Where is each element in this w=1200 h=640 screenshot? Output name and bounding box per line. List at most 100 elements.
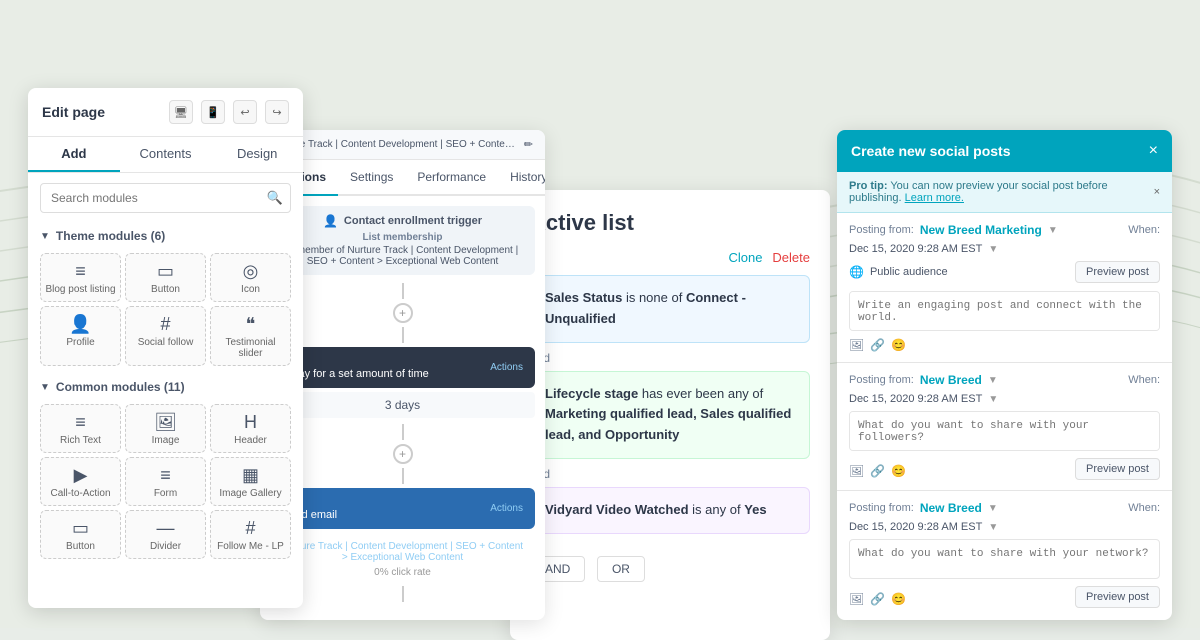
clone-button[interactable]: Clone bbox=[728, 250, 762, 265]
link-icon-3[interactable]: 🔗 bbox=[870, 592, 885, 606]
arrow-down-icon-when-1[interactable]: ▼ bbox=[988, 244, 998, 255]
tab-contents[interactable]: Contents bbox=[120, 137, 212, 172]
preview-btn-2[interactable]: Preview post bbox=[1075, 458, 1160, 480]
connector-1 bbox=[270, 283, 535, 299]
send-email-details: Nurture Track | Content Development | SE… bbox=[270, 533, 535, 582]
image-attach-icon-3[interactable]: 🖼 bbox=[849, 592, 864, 606]
social-post-3: Posting from: New Breed ▼ When: Dec 15, … bbox=[837, 491, 1172, 613]
rich-text-icon: ≡ bbox=[75, 413, 86, 431]
emoji-icon-2[interactable]: 😊 bbox=[891, 464, 906, 478]
post-3-footer: 🖼 🔗 😊 Preview post bbox=[849, 586, 1160, 608]
module-image-gallery[interactable]: ▦ Image Gallery bbox=[210, 457, 291, 506]
module-cta[interactable]: ▶ Call-to-Action bbox=[40, 457, 121, 506]
filter-2-value: Marketing qualified lead, Sales qualifie… bbox=[545, 406, 791, 442]
tab-performance[interactable]: Performance bbox=[405, 160, 498, 196]
common-section-header[interactable]: ▼ Common modules (11) bbox=[28, 374, 303, 400]
module-rich-text[interactable]: ≡ Rich Text bbox=[40, 404, 121, 453]
search-input[interactable] bbox=[40, 183, 291, 213]
post-1-textarea[interactable] bbox=[849, 291, 1160, 331]
trigger-title: Contact enrollment trigger bbox=[344, 215, 482, 227]
link-icon[interactable]: 🔗 bbox=[870, 338, 885, 352]
active-list-actions: Clone Delete bbox=[530, 250, 810, 265]
post-2-footer: 🖼 🔗 😊 Preview post bbox=[849, 458, 1160, 480]
module-profile[interactable]: 👤 Profile bbox=[40, 306, 121, 366]
image-attach-icon-2[interactable]: 🖼 bbox=[849, 464, 864, 478]
theme-section-header[interactable]: ▼ Theme modules (6) bbox=[28, 223, 303, 249]
posting-from-label-2: Posting from: bbox=[849, 374, 914, 386]
tab-history[interactable]: History bbox=[498, 160, 545, 196]
tab-settings[interactable]: Settings bbox=[338, 160, 405, 196]
arrow-down-icon-when-2[interactable]: ▼ bbox=[988, 394, 998, 405]
posting-from-3[interactable]: New Breed bbox=[920, 501, 982, 515]
common-modules-grid: ≡ Rich Text 🖼 Image H Header ▶ Call-to-A… bbox=[28, 400, 303, 567]
add-icon[interactable]: + bbox=[393, 303, 413, 323]
module-icon[interactable]: ◎ Icon bbox=[210, 253, 291, 302]
module-follow-me[interactable]: # Follow Me - LP bbox=[210, 510, 291, 559]
connector-line bbox=[402, 283, 404, 299]
posting-from-1[interactable]: New Breed Marketing bbox=[920, 223, 1042, 237]
module-header[interactable]: H Header bbox=[210, 404, 291, 453]
testimonial-icon: ❝ bbox=[246, 315, 256, 333]
module-blog-post-listing[interactable]: ≡ Blog post listing bbox=[40, 253, 121, 302]
trigger-box: 👤 Contact enrollment trigger List member… bbox=[270, 206, 535, 275]
filter-2-operator: has ever been any of bbox=[642, 386, 763, 401]
when-label-1: When: bbox=[1128, 224, 1160, 236]
pro-tip-close-icon[interactable]: × bbox=[1154, 186, 1160, 198]
preview-btn-1[interactable]: Preview post bbox=[1075, 261, 1160, 283]
connector-line-3 bbox=[402, 424, 404, 440]
module-form[interactable]: ≡ Form bbox=[125, 457, 206, 506]
arrow-down-icon-when-3[interactable]: ▼ bbox=[988, 522, 998, 533]
posting-from-2[interactable]: New Breed bbox=[920, 373, 982, 387]
delete-button[interactable]: Delete bbox=[772, 250, 810, 265]
module-label: Follow Me - LP bbox=[217, 541, 284, 552]
redo-icon[interactable]: ↪ bbox=[265, 100, 289, 124]
close-icon[interactable]: × bbox=[1149, 142, 1158, 160]
send-email-actions-btn[interactable]: Actions bbox=[490, 503, 523, 514]
module-testimonial[interactable]: ❝ Testimonial slider bbox=[210, 306, 291, 366]
social-post-2: Posting from: New Breed ▼ When: Dec 15, … bbox=[837, 363, 1172, 491]
module-button[interactable]: ▭ Button bbox=[125, 253, 206, 302]
mobile-icon[interactable]: 📱 bbox=[201, 100, 225, 124]
connector-5 bbox=[270, 586, 535, 602]
and-separator-1: and bbox=[530, 351, 810, 365]
image-attach-icon[interactable]: 🖼 bbox=[849, 338, 864, 352]
delay-1-actions-btn[interactable]: Actions bbox=[490, 362, 523, 373]
module-image[interactable]: 🖼 Image bbox=[125, 404, 206, 453]
emoji-icon[interactable]: 😊 bbox=[891, 338, 906, 352]
desktop-icon[interactable]: 🖥 bbox=[169, 100, 193, 124]
arrow-down-icon-1[interactable]: ▼ bbox=[1048, 225, 1058, 236]
arrow-down-icon-2[interactable]: ▼ bbox=[988, 375, 998, 386]
module-social-follow[interactable]: # Social follow bbox=[125, 306, 206, 366]
tab-design[interactable]: Design bbox=[211, 137, 303, 172]
link-icon-2[interactable]: 🔗 bbox=[870, 464, 885, 478]
when-1: Dec 15, 2020 9:28 AM EST bbox=[849, 243, 982, 255]
module-label: Profile bbox=[66, 337, 94, 348]
connector-line-5 bbox=[402, 586, 404, 602]
module-divider[interactable]: — Divider bbox=[125, 510, 206, 559]
tab-add[interactable]: Add bbox=[28, 137, 120, 172]
emoji-icon-3[interactable]: 😊 bbox=[891, 592, 906, 606]
filter-3-operator: is any of bbox=[692, 502, 744, 517]
module-button-2[interactable]: ▭ Button bbox=[40, 510, 121, 559]
arrow-down-icon-3[interactable]: ▼ bbox=[988, 503, 998, 514]
module-label: Button bbox=[151, 284, 180, 295]
preview-btn-3[interactable]: Preview post bbox=[1075, 586, 1160, 608]
add-icon-2[interactable]: + bbox=[393, 444, 413, 464]
audience-label-1: Public audience bbox=[870, 266, 948, 278]
person-icon: 👤 bbox=[323, 214, 338, 228]
social-header: Create new social posts × bbox=[837, 130, 1172, 172]
filter-2-field: Lifecycle stage bbox=[545, 386, 638, 401]
post-3-textarea[interactable] bbox=[849, 539, 1160, 579]
follow-me-icon: # bbox=[245, 519, 255, 537]
add-action-2[interactable]: + bbox=[270, 444, 535, 464]
pro-tip-link[interactable]: Learn more. bbox=[905, 192, 964, 204]
icon-module-icon: ◎ bbox=[243, 262, 259, 280]
module-label: Button bbox=[66, 541, 95, 552]
module-label: Header bbox=[234, 435, 267, 446]
edit-pencil-icon[interactable]: ✏ bbox=[524, 138, 533, 151]
undo-icon[interactable]: ↩ bbox=[233, 100, 257, 124]
pro-tip-text: Pro tip: You can now preview your social… bbox=[849, 180, 1154, 204]
add-action-1[interactable]: + bbox=[270, 303, 535, 323]
or-button[interactable]: OR bbox=[597, 556, 645, 582]
post-2-textarea[interactable] bbox=[849, 411, 1160, 451]
